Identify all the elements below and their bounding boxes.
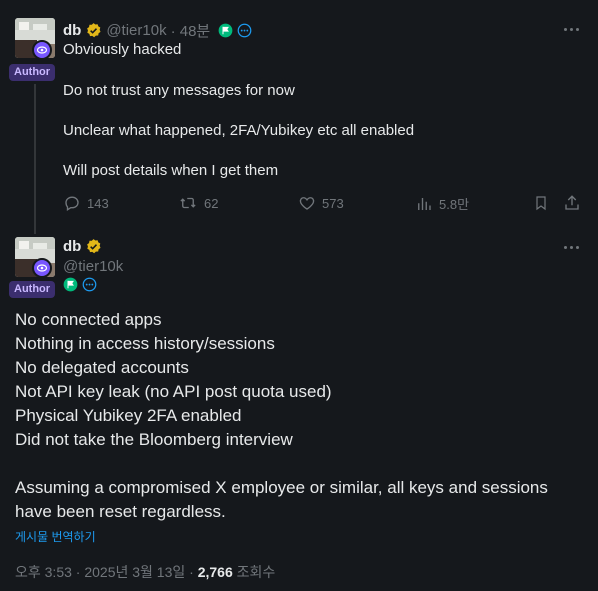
share-icon[interactable] <box>563 194 581 217</box>
tweet-line: No delegated accounts <box>15 358 189 377</box>
views-count: 2,766 <box>197 564 233 580</box>
tweet-line: Unclear what happened, 2FA/Yubikey etc a… <box>63 122 415 139</box>
tweet-1: Author db @tier10k · 48분 Obviously hacke… <box>0 0 598 234</box>
eye-icon <box>32 258 52 278</box>
handle[interactable]: @tier10k <box>63 258 123 275</box>
more-options-icon[interactable] <box>564 246 579 249</box>
display-name[interactable]: db <box>63 238 81 255</box>
repost-count: 62 <box>204 195 219 211</box>
views-button[interactable]: 5.8만 <box>415 194 469 213</box>
tweet-line: No connected apps <box>15 310 162 329</box>
tweet-header: db @tier10k · 48분 <box>63 20 252 41</box>
tweet-header: db <box>63 238 102 255</box>
views-icon <box>418 197 431 210</box>
like-count: 573 <box>322 195 344 211</box>
reply-button[interactable]: 143 <box>63 194 109 212</box>
handle[interactable]: @tier10k <box>106 22 166 39</box>
verified-badge-icon[interactable] <box>85 22 102 39</box>
flag-icon <box>63 277 78 292</box>
tweet-line: Nothing in access history/sessions <box>15 334 275 353</box>
tweet-line: Assuming a compromised X employee or sim… <box>15 478 548 497</box>
tweet-line: Will post details when I get them <box>63 162 279 179</box>
tweet-line: Physical Yubikey 2FA enabled <box>15 406 242 425</box>
more-options-icon[interactable] <box>564 28 579 31</box>
verified-badge-icon[interactable] <box>85 238 102 255</box>
eye-icon <box>32 40 52 60</box>
author-badge: Author <box>9 281 56 298</box>
flag-icon <box>218 23 233 38</box>
reply-count: 143 <box>87 195 109 211</box>
like-icon <box>299 197 315 210</box>
tweet-line: Not API key leak (no API post quota used… <box>15 382 332 401</box>
timestamp: 오후 3:53 · 2025년 3월 13일 · 2,766 조회수 <box>15 562 275 582</box>
author-badge: Author <box>9 64 56 81</box>
tweet-line: have been reset regardless. <box>15 502 226 521</box>
bookmark-icon[interactable] <box>533 194 549 217</box>
thread-line <box>34 84 36 234</box>
circle-more-icon <box>237 23 252 38</box>
translate-link[interactable]: 게시물 번역하기 <box>15 528 96 545</box>
display-name[interactable]: db <box>63 22 81 39</box>
repost-icon <box>180 197 196 209</box>
circle-more-icon <box>82 277 97 292</box>
repost-button[interactable]: 62 <box>178 194 218 212</box>
timestamp-text[interactable]: 오후 3:53 · 2025년 3월 13일 · <box>15 564 198 580</box>
reply-icon <box>65 196 79 211</box>
views-count: 5.8만 <box>439 197 470 212</box>
tweet-line: Obviously hacked <box>63 41 182 58</box>
tweet-2: Author db @tier10k No connected apps Not… <box>0 230 598 591</box>
handle-badges <box>63 277 97 292</box>
views-label: 조회수 <box>232 564 276 580</box>
tweet-line: Do not trust any messages for now <box>63 82 295 99</box>
post-time[interactable]: · 48분 <box>171 20 211 41</box>
like-button[interactable]: 573 <box>298 194 344 212</box>
tweet-line: Did not take the Bloomberg interview <box>15 430 293 449</box>
